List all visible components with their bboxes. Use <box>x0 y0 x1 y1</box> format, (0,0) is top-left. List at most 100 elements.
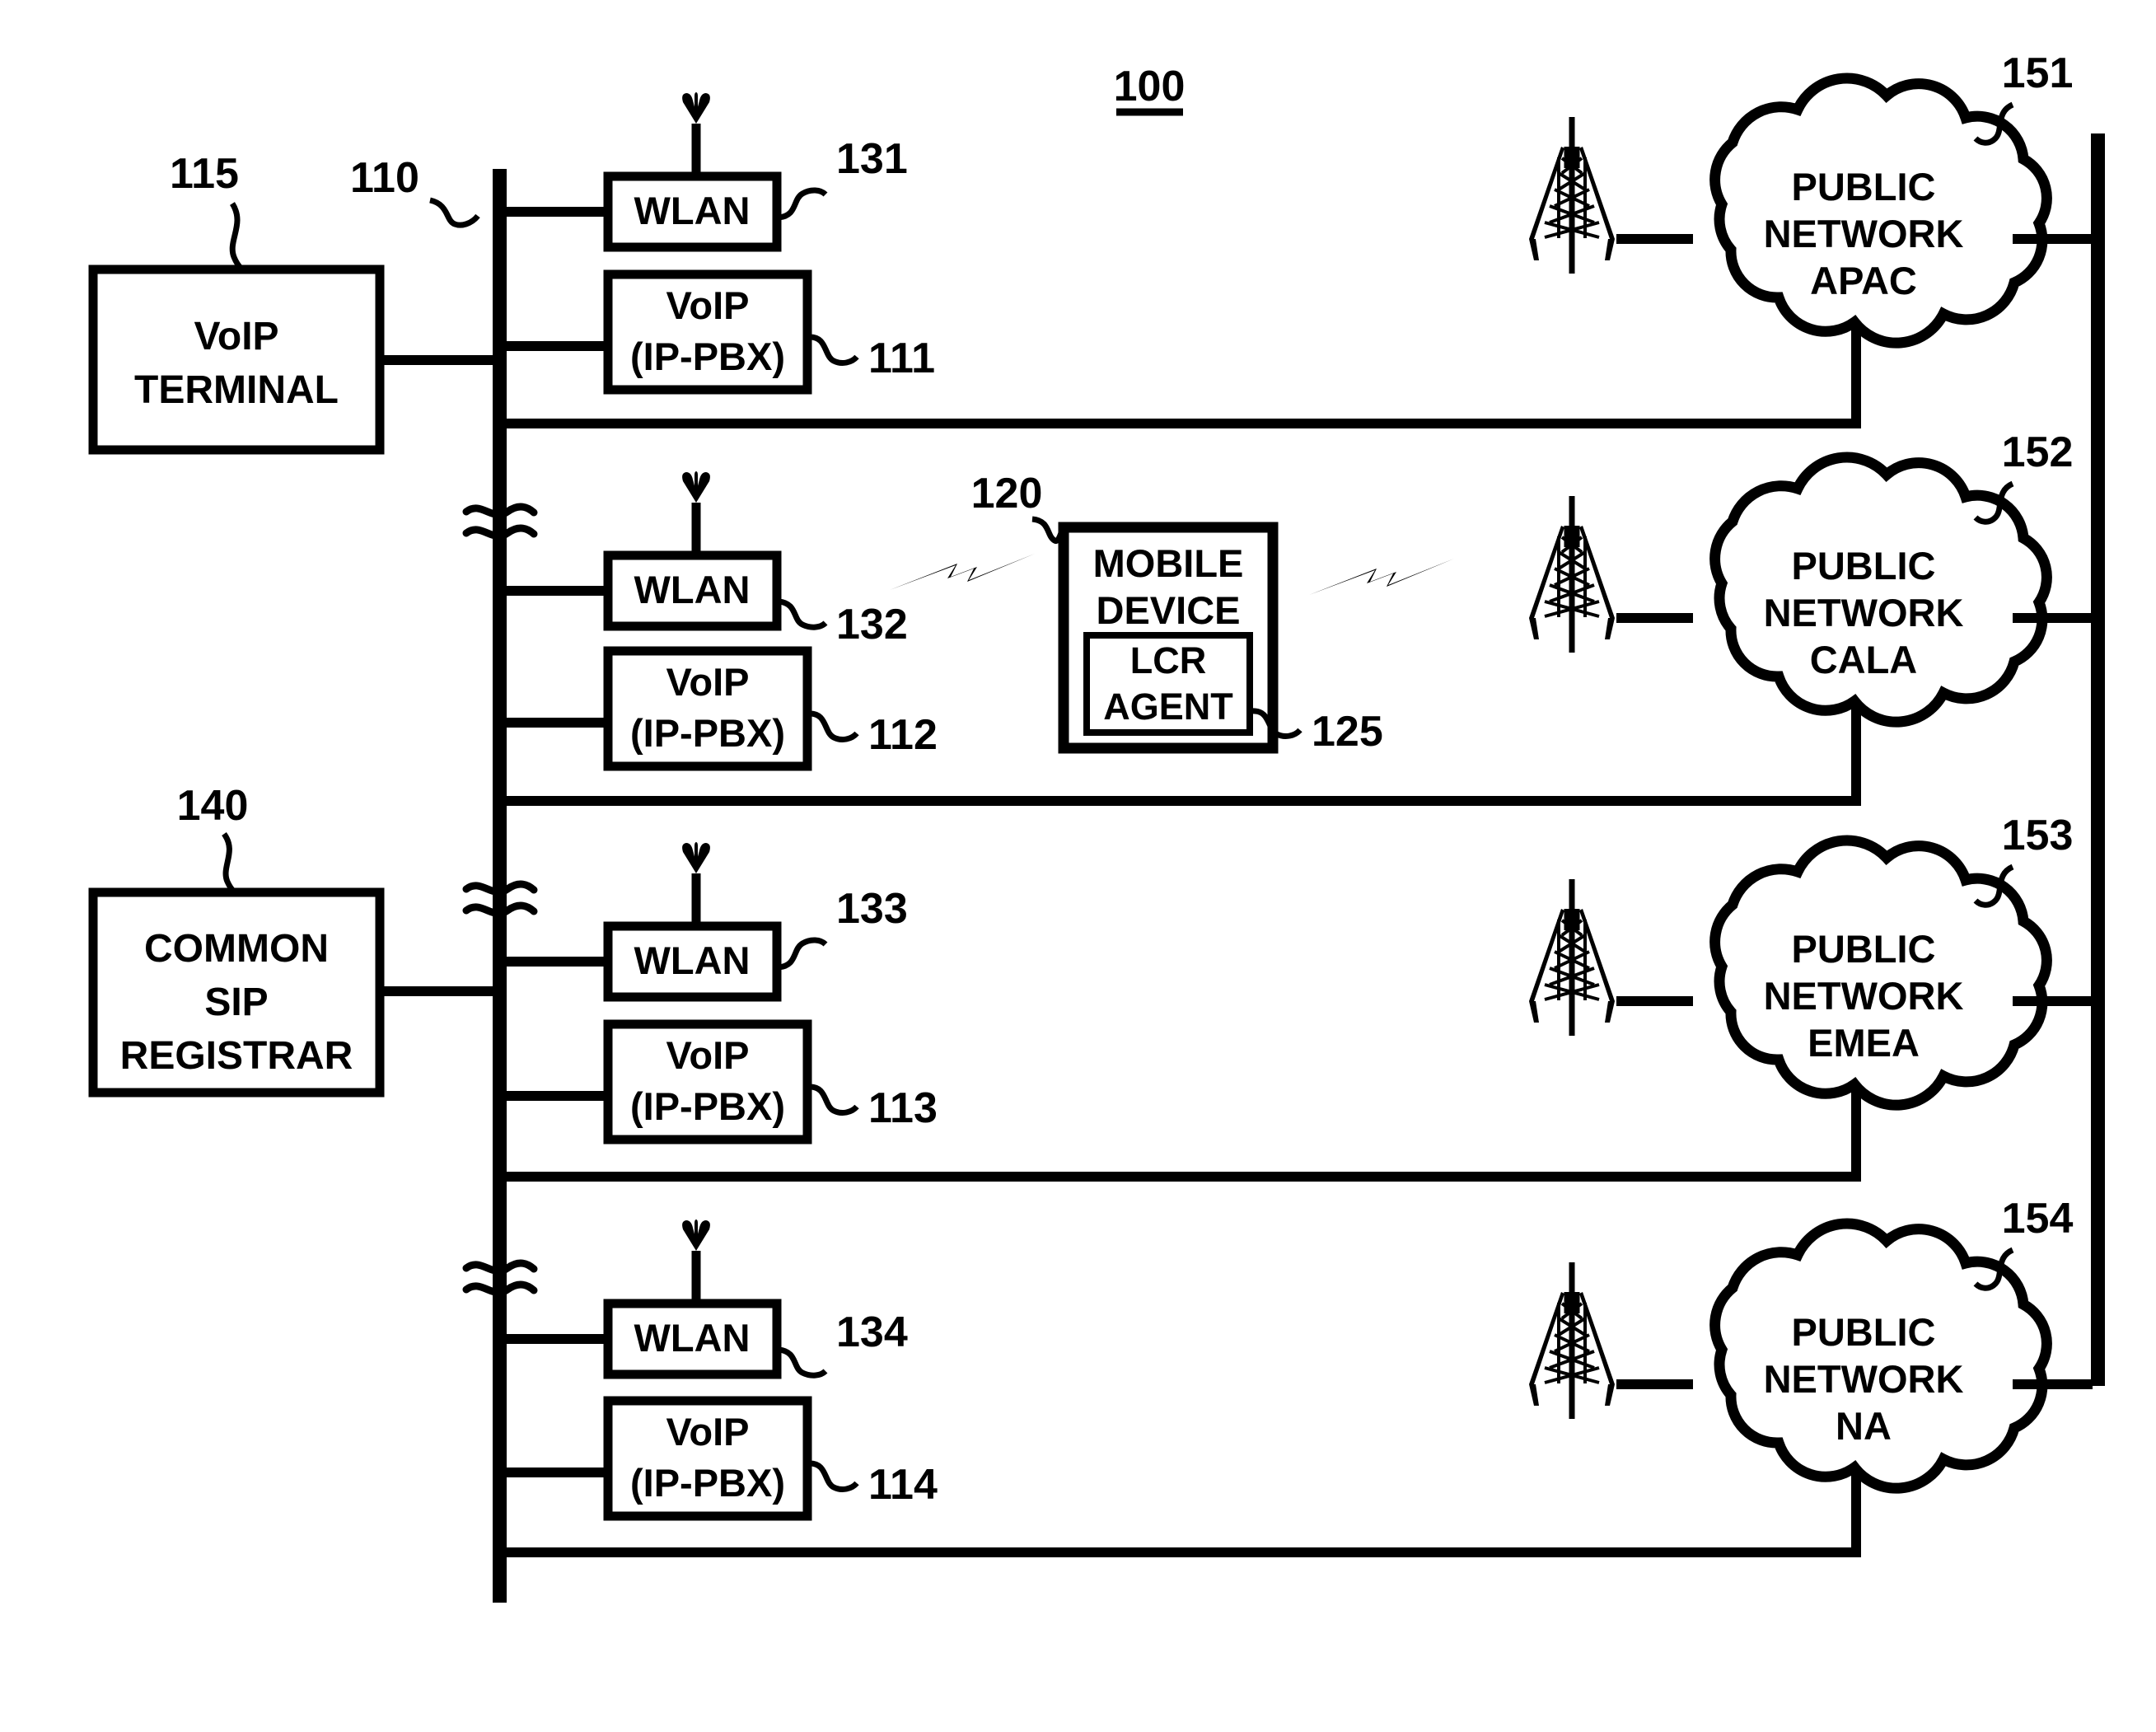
public-network-label-2-line3: CALA <box>1810 638 1918 681</box>
lightning-bolt-icon-left <box>890 554 1035 590</box>
voip-pbx-ref-label-3: 113 <box>868 1084 938 1132</box>
figure-number: 100 <box>1114 63 1186 116</box>
voip-terminal-label-line1: VoIP <box>194 315 278 358</box>
public-network-label-4-line2: NETWORK <box>1764 1357 1964 1401</box>
mobile-device-label-line1: MOBILE <box>1093 541 1244 585</box>
voip-pbx-label-3-line2: (IP-PBX) <box>630 1084 785 1128</box>
public-network-ref-label-2: 152 <box>2002 428 2074 476</box>
bus-ref-label: 110 <box>350 154 419 202</box>
common-sip-registrar-node[interactable]: COMMON SIP REGISTRAR 140 <box>88 782 494 1098</box>
network-architecture-diagram: 100 110 VoIP TERMINAL 115 COMMON SIP REG… <box>88 49 2105 1603</box>
voip-pbx-label-2-line1: VoIP <box>666 660 750 704</box>
public-network-label-1-line1: PUBLIC <box>1792 165 1936 208</box>
public-network-cloud-4[interactable] <box>1709 1218 2052 1494</box>
wlan-ref-leader-4 <box>778 1346 828 1379</box>
mobile-device-label-line2: DEVICE <box>1097 588 1241 632</box>
mobile-device-ref-label: 120 <box>971 470 1043 517</box>
wlan-ref-label-1: 131 <box>836 135 908 183</box>
public-network-group-2: PUBLIC NETWORK CALA 152 <box>1527 428 2093 728</box>
voip-pbx-node-3[interactable]: VoIP (IP-PBX) 113 <box>500 1019 938 1145</box>
lcr-agent-label-line2: AGENT <box>1103 686 1233 728</box>
voip-pbx-ref-leader-3 <box>808 1084 859 1116</box>
antenna-icon-2 <box>682 471 710 554</box>
public-network-ref-label-4: 154 <box>2002 1195 2074 1243</box>
wlan-label-4: WLAN <box>634 1316 751 1360</box>
public-network-backbone <box>2091 133 2105 1386</box>
wlan-label-1: WLAN <box>634 189 751 232</box>
public-network-cloud-1[interactable] <box>1709 73 2052 349</box>
voip-terminal-ref-leader <box>229 202 245 272</box>
antenna-icon-4 <box>682 1219 710 1302</box>
voip-pbx-label-1-line1: VoIP <box>666 283 750 327</box>
voip-pbx-ref-leader-4 <box>808 1460 859 1492</box>
antenna-icon-3 <box>682 842 710 925</box>
voip-pbx-ref-label-2: 112 <box>868 711 938 759</box>
wlan-ref-leader-2 <box>778 598 828 630</box>
voip-pbx-node-2[interactable]: VoIP (IP-PBX) 112 <box>500 646 938 771</box>
patent-figure-canvas: 100 110 VoIP TERMINAL 115 COMMON SIP REG… <box>0 0 2156 1732</box>
public-network-ref-label-3: 153 <box>2002 812 2074 859</box>
wlan-ref-label-3: 133 <box>836 885 908 933</box>
public-network-label-3-line2: NETWORK <box>1764 974 1964 1018</box>
wlan-node-4[interactable]: WLAN 134 <box>500 1299 908 1379</box>
public-network-group-3: PUBLIC NETWORK EMEA 153 <box>1527 812 2093 1111</box>
public-network-cloud-3[interactable] <box>1709 835 2052 1111</box>
voip-pbx-label-3-line1: VoIP <box>666 1033 750 1077</box>
public-network-node-3[interactable]: PUBLIC NETWORK EMEA 153 <box>1709 812 2074 1111</box>
public-network-node-2[interactable]: PUBLIC NETWORK CALA 152 <box>1709 428 2074 728</box>
site-group-3: WLAN 133 VoIP (IP-PBX) 113 <box>500 842 1861 1182</box>
voip-terminal-node[interactable]: VoIP TERMINAL 115 <box>88 150 494 455</box>
voip-pbx-node-1[interactable]: VoIP (IP-PBX) 111 <box>500 269 935 395</box>
wlan-ref-leader-3 <box>778 937 828 971</box>
public-network-node-1[interactable]: PUBLIC NETWORK APAC 151 <box>1709 49 2074 349</box>
lightning-bolt-icon-right <box>1309 559 1454 595</box>
public-network-label-2-line1: PUBLIC <box>1792 544 1936 587</box>
voip-pbx-ref-leader-1 <box>808 334 859 366</box>
voip-pbx-label-4-line2: (IP-PBX) <box>630 1461 785 1505</box>
public-network-label-4-line1: PUBLIC <box>1792 1310 1936 1354</box>
voip-pbx-node-4[interactable]: VoIP (IP-PBX) 114 <box>500 1396 938 1521</box>
site-group-1: WLAN 131 VoIP (IP-PBX) 111 <box>500 92 1861 428</box>
public-network-label-3-line3: EMEA <box>1808 1021 1920 1065</box>
wlan-ref-label-2: 132 <box>836 601 908 648</box>
common-sip-registrar-label-line3: REGISTRAR <box>120 1034 353 1078</box>
public-network-label-3-line1: PUBLIC <box>1792 927 1936 971</box>
voip-pbx-ref-label-1: 111 <box>868 335 935 382</box>
voip-pbx-label-4-line1: VoIP <box>666 1410 750 1453</box>
voip-terminal-ref-label: 115 <box>170 150 239 198</box>
cell-tower-icon-4 <box>1527 1261 1616 1421</box>
bus-trunk <box>493 169 507 1603</box>
public-network-label-1-line2: NETWORK <box>1764 212 1964 255</box>
public-network-ref-label-1: 151 <box>2002 49 2074 97</box>
public-network-cloud-2[interactable] <box>1709 452 2052 728</box>
public-network-label-4-line3: NA <box>1836 1404 1892 1448</box>
mobile-device-node[interactable]: MOBILE DEVICE 120 LCR AGENT 125 <box>971 470 1383 756</box>
common-sip-registrar-ref-label: 140 <box>177 782 249 830</box>
wlan-label-2: WLAN <box>634 568 751 611</box>
common-sip-registrar-label-line1: COMMON <box>144 927 329 971</box>
figure-number-label: 100 <box>1114 63 1186 110</box>
voip-pbx-label-2-line2: (IP-PBX) <box>630 711 785 755</box>
wlan-label-3: WLAN <box>634 939 751 982</box>
public-network-label-2-line2: NETWORK <box>1764 591 1964 634</box>
voip-terminal-box[interactable] <box>88 264 385 455</box>
voip-pbx-ref-label-4: 114 <box>868 1461 938 1509</box>
cell-tower-icon-2 <box>1527 494 1616 654</box>
wlan-ref-label-4: 134 <box>836 1308 908 1356</box>
wlan-node-2[interactable]: WLAN 132 <box>500 550 908 648</box>
lcr-agent-label-line1: LCR <box>1130 639 1206 681</box>
wlan-node-1[interactable]: WLAN 131 <box>500 135 908 252</box>
public-network-label-1-line3: APAC <box>1810 259 1917 302</box>
site-group-2: WLAN 132 VoIP (IP-PBX) 112 MOBILE DEVICE… <box>500 470 1861 806</box>
voip-terminal-label-line2: TERMINAL <box>134 368 339 412</box>
voip-pbx-label-1-line2: (IP-PBX) <box>630 335 785 378</box>
lcr-agent-ref-label: 125 <box>1312 708 1383 756</box>
wlan-node-3[interactable]: WLAN 133 <box>500 885 908 1002</box>
common-sip-registrar-ref-leader <box>222 831 237 895</box>
antenna-icon-1 <box>682 92 710 175</box>
common-sip-registrar-label-line2: SIP <box>204 981 268 1024</box>
voip-pbx-ref-leader-2 <box>808 710 859 742</box>
public-network-group-1: PUBLIC NETWORK APAC 151 <box>1527 49 2093 349</box>
public-network-node-4[interactable]: PUBLIC NETWORK NA 154 <box>1709 1195 2074 1494</box>
cell-tower-icon-1 <box>1527 115 1616 275</box>
